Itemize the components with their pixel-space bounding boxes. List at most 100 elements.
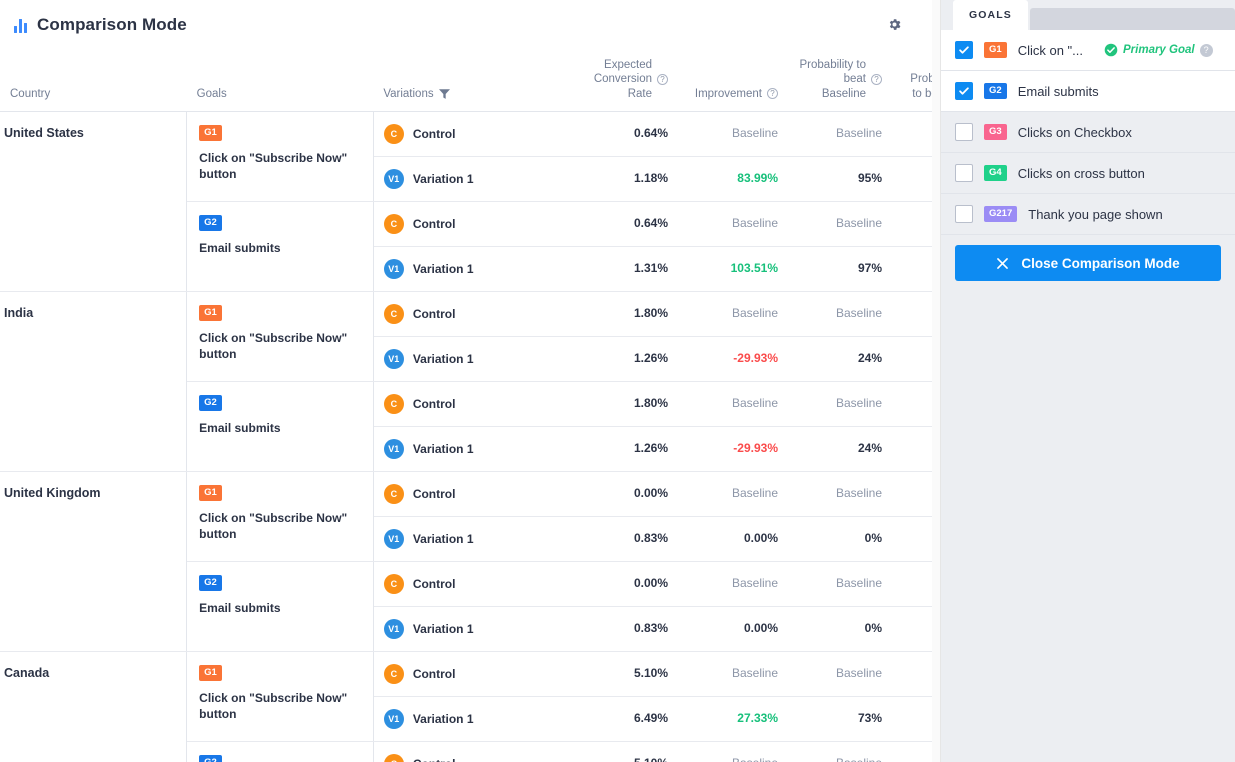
cell-probability-to-beat-baseline: 24% bbox=[788, 336, 892, 383]
goal-list-item[interactable]: G2 Email submits bbox=[941, 71, 1235, 112]
goal-badge: G2 bbox=[199, 755, 222, 762]
variation-label: Control bbox=[412, 577, 456, 592]
check-icon bbox=[959, 87, 969, 95]
variation-badge: V1 bbox=[383, 169, 404, 190]
goal-name: Click on "Subscribe Now" button bbox=[199, 151, 348, 182]
cell-variation: V1 Variation 1 bbox=[373, 336, 560, 383]
goal-badge: G4 bbox=[984, 165, 1007, 181]
cell-improvement: Baseline bbox=[678, 201, 788, 248]
main-content: Comparison Mode Country Goals Variations… bbox=[0, 0, 940, 762]
table-header-row: Country Goals Variations Expected Conver… bbox=[0, 50, 940, 113]
variation-label: Control bbox=[412, 307, 456, 322]
cell-improvement: 103.51% bbox=[678, 246, 788, 293]
goal-checkbox[interactable] bbox=[955, 164, 973, 182]
variation-label: Control bbox=[412, 487, 456, 502]
column-header-goals: Goals bbox=[186, 50, 374, 113]
goal-label: Click on "... bbox=[1017, 42, 1083, 58]
goal-name: Email submits bbox=[199, 241, 281, 256]
goal-name: Email submits bbox=[199, 601, 281, 616]
goal-badge: G2 bbox=[199, 575, 222, 592]
variation-label: Control bbox=[413, 757, 456, 762]
variation-badge: V1 bbox=[383, 439, 404, 460]
column-header-expected-conversion-rate: Expected Conversion Rate ? bbox=[560, 50, 678, 113]
cell-expected-conversion-rate: 1.80% bbox=[560, 381, 678, 428]
variation-badge: C bbox=[383, 754, 404, 762]
cell-expected-conversion-rate: 0.64% bbox=[560, 111, 678, 158]
goal-checkbox[interactable] bbox=[955, 41, 973, 59]
cell-improvement: Baseline bbox=[678, 651, 788, 698]
goal-label: Clicks on Checkbox bbox=[1017, 124, 1132, 140]
goal-list-item[interactable]: G1 Click on "... Primary Goal? bbox=[941, 30, 1235, 71]
filter-icon[interactable] bbox=[438, 89, 450, 99]
goal-label: Clicks on cross button bbox=[1017, 165, 1145, 181]
help-icon-probability-to-beat-baseline[interactable]: ? bbox=[871, 74, 882, 86]
cell-improvement: 83.99% bbox=[678, 156, 788, 203]
cell-variation: C Control bbox=[373, 741, 560, 762]
cell-probability-to-beat-baseline: Baseline bbox=[788, 381, 892, 428]
table-row: United States G1 Click on "Subscribe Now" … bbox=[0, 111, 940, 293]
tab-goals[interactable]: GOALS bbox=[953, 0, 1028, 30]
cell-improvement: Baseline bbox=[678, 471, 788, 518]
cell-expected-conversion-rate: 0.00% bbox=[560, 471, 678, 518]
cell-variation: C Control bbox=[373, 651, 560, 698]
cell-probability-to-beat-baseline: Baseline bbox=[788, 651, 892, 698]
cell-expected-conversion-rate: 1.80% bbox=[560, 291, 678, 338]
variation-label: Variation 1 bbox=[412, 262, 474, 277]
cell-goal: G2Email submits bbox=[186, 741, 374, 762]
goal-checkbox[interactable] bbox=[955, 123, 973, 141]
cell-variation: C Control bbox=[373, 111, 560, 158]
goal-badge: G2 bbox=[984, 83, 1007, 99]
variation-label: Variation 1 bbox=[412, 352, 474, 367]
goal-badge: G1 bbox=[199, 125, 222, 142]
goal-checkbox[interactable] bbox=[955, 205, 973, 223]
gear-icon[interactable] bbox=[882, 12, 906, 36]
cell-expected-conversion-rate: 0.83% bbox=[560, 606, 678, 653]
goal-name: Email submits bbox=[199, 421, 281, 436]
variation-badge: V1 bbox=[383, 709, 404, 730]
help-icon-improvement[interactable]: ? bbox=[767, 88, 778, 100]
goal-list-item[interactable]: G3 Clicks on Checkbox bbox=[941, 112, 1235, 153]
cell-variation: C Control bbox=[373, 471, 560, 518]
cell-country: United Kingdom bbox=[0, 471, 188, 653]
goal-badge: G1 bbox=[199, 305, 222, 322]
cell-variation: C Control bbox=[373, 201, 560, 248]
cell-variation: C Control bbox=[373, 381, 560, 428]
close-comparison-mode-button[interactable]: Close Comparison Mode bbox=[955, 245, 1221, 281]
scrollbar-track[interactable] bbox=[932, 0, 941, 762]
table-row: United Kingdom G1 Click on "Subscribe Now"… bbox=[0, 471, 940, 653]
variation-label: Control bbox=[412, 217, 456, 232]
column-header-improvement: Improvement ? bbox=[678, 50, 788, 113]
goal-name: Click on "Subscribe Now" button bbox=[199, 691, 348, 722]
variation-badge: V1 bbox=[383, 619, 404, 640]
variation-badge: V1 bbox=[383, 349, 404, 370]
cell-probability-to-beat-baseline: 24% bbox=[788, 426, 892, 473]
cell-variation: V1 Variation 1 bbox=[373, 426, 560, 473]
cell-expected-conversion-rate: 1.18% bbox=[560, 156, 678, 203]
cell-expected-conversion-rate: 0.83% bbox=[560, 516, 678, 563]
help-icon-primary-goal[interactable]: ? bbox=[1199, 43, 1213, 57]
goal-label: Email submits bbox=[1017, 83, 1099, 99]
help-icon-expected-conversion-rate[interactable]: ? bbox=[657, 74, 668, 86]
close-button-label: Close Comparison Mode bbox=[1021, 255, 1180, 271]
goal-list-item[interactable]: G217 Thank you page shown bbox=[941, 194, 1235, 235]
cell-probability-to-beat-baseline: Baseline bbox=[788, 471, 892, 518]
goal-badge: G217 bbox=[984, 206, 1018, 222]
goal-badge: G1 bbox=[984, 42, 1007, 58]
goals-panel: GOALS G1 Click on "... Primary Goal? G2 Emai… bbox=[932, 0, 1235, 762]
cell-improvement: 0.00% bbox=[678, 516, 788, 563]
cell-expected-conversion-rate: 1.26% bbox=[560, 426, 678, 473]
check-circle-icon bbox=[1104, 43, 1118, 57]
cell-goal: G2 Email submits bbox=[186, 561, 374, 653]
variation-label: Variation 1 bbox=[412, 442, 474, 457]
cell-expected-conversion-rate: 5.10% bbox=[560, 651, 678, 698]
cell-probability-to-beat-baseline: Baseline bbox=[788, 561, 892, 608]
goal-list-item[interactable]: G4 Clicks on cross button bbox=[941, 153, 1235, 194]
cell-goal: G2 Email submits bbox=[186, 381, 374, 473]
primary-goal-label: Primary Goal bbox=[1123, 44, 1195, 56]
goal-badge: G2 bbox=[199, 395, 222, 412]
goal-checkbox[interactable] bbox=[955, 82, 973, 100]
cell-variation: V1 Variation 1 bbox=[373, 696, 560, 743]
cell-improvement: Baseline bbox=[678, 291, 788, 338]
panel-tabs: GOALS bbox=[941, 0, 1235, 30]
tab-inactive-area[interactable] bbox=[1029, 8, 1235, 30]
